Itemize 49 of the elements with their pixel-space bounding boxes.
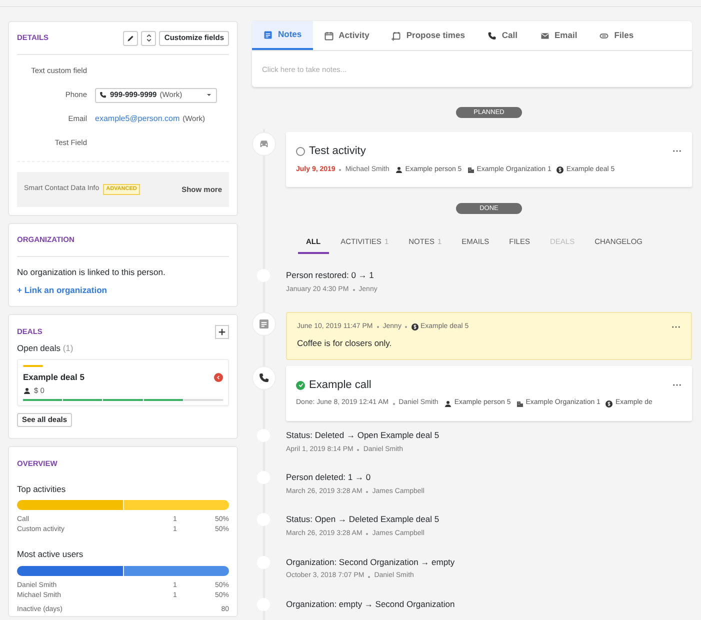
change-title: Person deleted: 1 → 0 (286, 471, 372, 484)
change-title: Organization: empty → Second Organization (286, 598, 455, 610)
calendar-icon (324, 30, 334, 40)
composer-tab[interactable]: Propose times (380, 21, 476, 50)
dollar-icon (411, 322, 420, 331)
composer-tab[interactable]: Call (476, 21, 529, 50)
done-checkbox[interactable] (296, 380, 305, 390)
car-icon (258, 138, 270, 150)
phone-icon (258, 372, 270, 384)
person-icon (444, 400, 452, 408)
label-stripe (23, 365, 43, 368)
email-link[interactable]: example5@person.com (95, 113, 180, 125)
envelope-icon (540, 30, 550, 40)
pencil-icon (126, 34, 136, 42)
group-title: Most active users (17, 548, 84, 561)
paperclip-icon (599, 30, 610, 40)
caret-icon (205, 91, 213, 99)
open-deals-label: Open deals (1) (17, 342, 74, 354)
phone-icon (99, 91, 107, 99)
add-deal-button[interactable] (215, 324, 229, 338)
composer-tab[interactable]: Email (528, 21, 588, 50)
note-text: Coffee is for closers only. (297, 337, 393, 350)
composer-tab[interactable]: Activity (312, 21, 380, 50)
note-icon (263, 30, 273, 40)
phone-icon (486, 30, 497, 40)
change-title: Organization: Second Organization → empty (286, 556, 455, 568)
activity-title: Example call (309, 378, 372, 393)
change-title: Status: Open → Deleted Example deal 5 (286, 513, 440, 526)
activity-title: Test activity (309, 144, 366, 159)
group-title: Top activities (17, 482, 67, 496)
link-organization-link[interactable]: + Link an organization (17, 284, 229, 296)
edit-button[interactable] (123, 30, 138, 46)
dollar-icon (556, 166, 564, 174)
composer-tab[interactable]: Files (588, 21, 645, 50)
done-checkbox[interactable] (296, 146, 305, 156)
dollar-icon (605, 400, 614, 408)
deal-name: Example deal 5 (23, 371, 84, 384)
empty-message: No organization is linked to this person. (17, 266, 166, 279)
plus-icon (217, 326, 227, 336)
reorder-button[interactable] (141, 30, 156, 46)
change-title: Person restored: 0 → 1 (286, 269, 375, 282)
calendar-plus-icon (391, 30, 402, 40)
person-icon (395, 166, 404, 174)
composer-tab[interactable]: Notes (252, 21, 313, 50)
person-icon (23, 386, 31, 395)
building-icon (466, 166, 475, 174)
note-icon (258, 318, 270, 330)
change-title: Status: Deleted → Open Example deal 5 (286, 428, 440, 442)
building-icon (516, 400, 524, 408)
